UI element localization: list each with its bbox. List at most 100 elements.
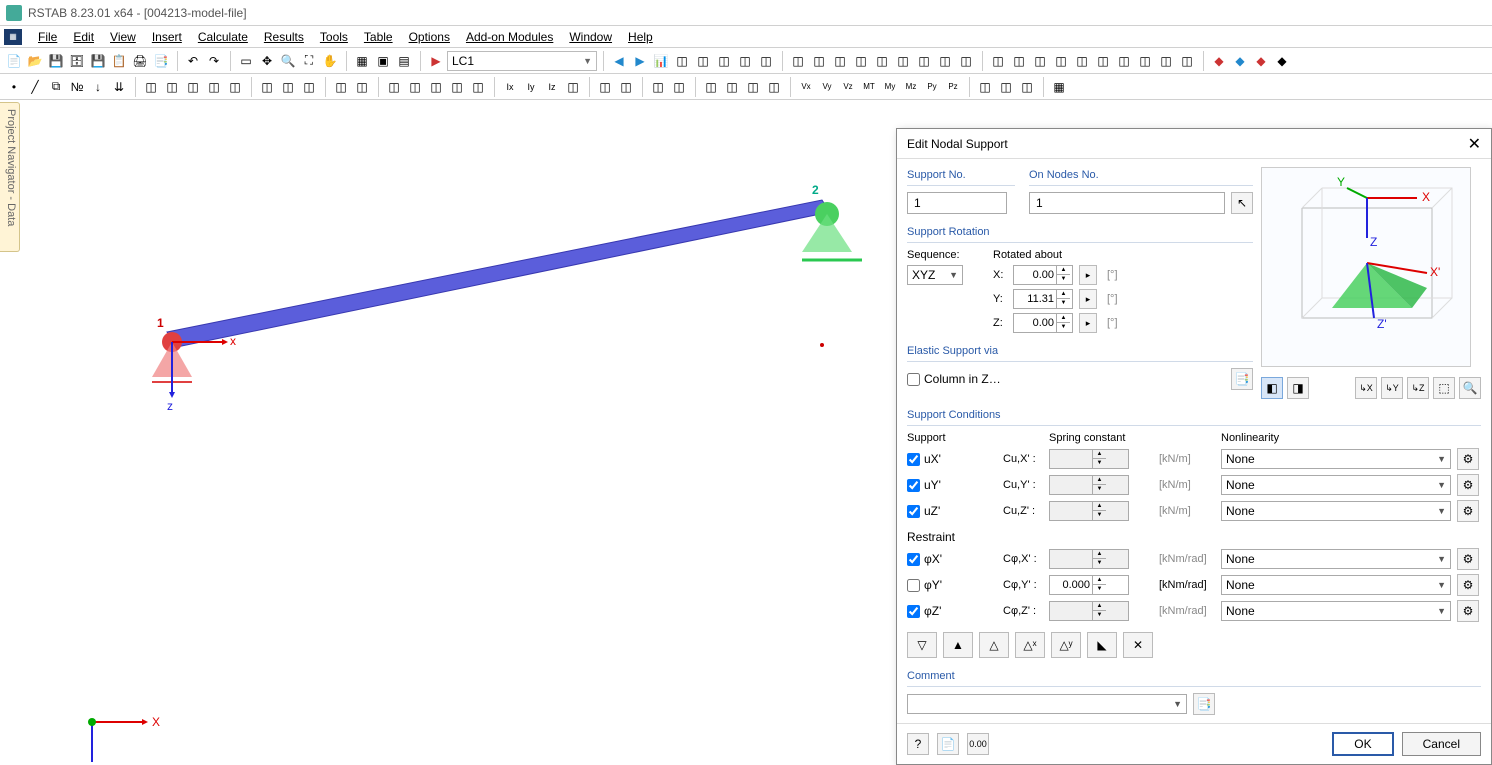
saveall-icon[interactable]: 💾	[88, 51, 108, 71]
preset-fixed-icon[interactable]: ▲	[943, 632, 973, 658]
view-pers-icon[interactable]: ◨	[1287, 377, 1309, 399]
cphiy-input[interactable]: ▲▼	[1049, 575, 1129, 595]
tool-icon[interactable]: ◫	[669, 77, 689, 97]
zoom-icon[interactable]: 🔍	[278, 51, 298, 71]
tool-icon[interactable]: ◫	[352, 77, 372, 97]
uz-nonlin-dropdown[interactable]: None▼	[1221, 501, 1451, 521]
table-icon[interactable]: ▦	[1049, 77, 1069, 97]
tool-icon[interactable]: ◫	[1135, 51, 1155, 71]
tool-icon[interactable]: ◫	[1017, 77, 1037, 97]
menu-help[interactable]: Help	[620, 28, 661, 46]
tool-icon[interactable]: ◫	[693, 51, 713, 71]
preset-wall-icon[interactable]: ◣	[1087, 632, 1117, 658]
support-no-input[interactable]: 1	[907, 192, 1007, 214]
tool-icon[interactable]: ◫	[722, 77, 742, 97]
phix-edit-icon[interactable]: ⚙	[1457, 548, 1479, 570]
menu-table[interactable]: Table	[356, 28, 401, 46]
tool-icon[interactable]: ◫	[225, 77, 245, 97]
tool-icon[interactable]: ◫	[830, 51, 850, 71]
tool-icon[interactable]: ◫	[426, 77, 446, 97]
tool-icon[interactable]: ◫	[935, 51, 955, 71]
menu-window[interactable]: Window	[561, 28, 620, 46]
menu-results[interactable]: Results	[256, 28, 312, 46]
preset-rollerx-icon[interactable]: △ˣ	[1015, 632, 1045, 658]
save-icon[interactable]: 💾	[46, 51, 66, 71]
tool-icon[interactable]: ◫	[405, 77, 425, 97]
tool-icon[interactable]: ◫	[851, 51, 871, 71]
pz-icon[interactable]: Pz	[943, 77, 963, 97]
print-icon[interactable]: 🖨	[130, 51, 150, 71]
report-icon[interactable]: 📄	[937, 733, 959, 755]
preset-hinged-icon[interactable]: ▽	[907, 632, 937, 658]
tool-icon[interactable]: ◫	[1114, 51, 1134, 71]
node-icon[interactable]: •	[4, 77, 24, 97]
tool-icon[interactable]: ◫	[1051, 51, 1071, 71]
phiy-nonlin-dropdown[interactable]: None▼	[1221, 575, 1451, 595]
module-icon[interactable]: ◆	[1230, 51, 1250, 71]
preset-roller-icon[interactable]: △	[979, 632, 1009, 658]
menu-tools[interactable]: Tools	[312, 28, 356, 46]
tool-icon[interactable]: ◫	[278, 77, 298, 97]
tool-icon[interactable]: ◫	[616, 77, 636, 97]
view2-icon[interactable]: ▤	[394, 51, 414, 71]
rotation-x-input[interactable]: ▲▼	[1013, 265, 1073, 285]
saveas-icon[interactable]: 🗄	[67, 51, 87, 71]
module-icon[interactable]: ◆	[1272, 51, 1292, 71]
view-x-icon[interactable]: ↳X	[1355, 377, 1377, 399]
tool-icon[interactable]: ◫	[468, 77, 488, 97]
tool-icon[interactable]: ◫	[595, 77, 615, 97]
menu-insert[interactable]: Insert	[144, 28, 190, 46]
open-icon[interactable]: 📂	[25, 51, 45, 71]
uy-edit-icon[interactable]: ⚙	[1457, 474, 1479, 496]
tool-icon[interactable]: ◫	[956, 51, 976, 71]
tool-icon[interactable]: ◫	[764, 77, 784, 97]
grid-icon[interactable]: ▦	[352, 51, 372, 71]
iy-icon[interactable]: Iy	[521, 77, 541, 97]
view-y-icon[interactable]: ↳Y	[1381, 377, 1403, 399]
phix-nonlin-dropdown[interactable]: None▼	[1221, 549, 1451, 569]
tool-icon[interactable]: ◫	[872, 51, 892, 71]
xfer-icon[interactable]: ▸	[1079, 313, 1097, 333]
vz-icon[interactable]: Vz	[838, 77, 858, 97]
app-menu-icon[interactable]: ▦	[4, 29, 22, 45]
report-icon[interactable]: 📋	[109, 51, 129, 71]
tool-icon[interactable]: ◫	[996, 77, 1016, 97]
support-3d-preview[interactable]: X Y Z X' Z'	[1261, 167, 1471, 367]
tool-icon[interactable]: ◫	[756, 51, 776, 71]
tool-icon[interactable]: ◫	[1009, 51, 1029, 71]
tool-icon[interactable]: ◫	[975, 77, 995, 97]
xfer-icon[interactable]: ▸	[1079, 289, 1097, 309]
tool-icon[interactable]: ◫	[743, 77, 763, 97]
my-icon[interactable]: My	[880, 77, 900, 97]
view-zoom-icon[interactable]: 🔍	[1459, 377, 1481, 399]
tool-icon[interactable]: ◫	[714, 51, 734, 71]
redo-icon[interactable]: ↷	[204, 51, 224, 71]
preset-rollery-icon[interactable]: △ʸ	[1051, 632, 1081, 658]
module-icon[interactable]: ◆	[1209, 51, 1229, 71]
ux-edit-icon[interactable]: ⚙	[1457, 448, 1479, 470]
number-icon[interactable]: №	[67, 77, 87, 97]
rotation-y-input[interactable]: ▲▼	[1013, 289, 1073, 309]
tool-icon[interactable]: ◫	[788, 51, 808, 71]
tool-icon[interactable]: ◫	[141, 77, 161, 97]
view-box-icon[interactable]: ⬚	[1433, 377, 1455, 399]
tool-icon[interactable]: ◫	[299, 77, 319, 97]
menu-options[interactable]: Options	[401, 28, 458, 46]
menu-file[interactable]: File	[30, 28, 65, 46]
rotation-z-input[interactable]: ▲▼	[1013, 313, 1073, 333]
comment-lib-icon[interactable]: 📑	[1193, 693, 1215, 715]
tool-icon[interactable]: ◫	[1177, 51, 1197, 71]
ux-checkbox[interactable]: uX'	[907, 452, 997, 466]
vy-icon[interactable]: Vy	[817, 77, 837, 97]
tool-icon[interactable]: ◫	[988, 51, 1008, 71]
uy-checkbox[interactable]: uY'	[907, 478, 997, 492]
comment-input[interactable]: ▼	[907, 694, 1187, 714]
load2-icon[interactable]: ⇊	[109, 77, 129, 97]
tool-icon[interactable]: ◫	[1030, 51, 1050, 71]
vx-icon[interactable]: Vx	[796, 77, 816, 97]
tool-icon[interactable]: ◫	[809, 51, 829, 71]
pick-node-icon[interactable]: ↖	[1231, 192, 1253, 214]
mz-icon[interactable]: Mz	[901, 77, 921, 97]
uy-nonlin-dropdown[interactable]: None▼	[1221, 475, 1451, 495]
copy-icon[interactable]: 📑	[151, 51, 171, 71]
